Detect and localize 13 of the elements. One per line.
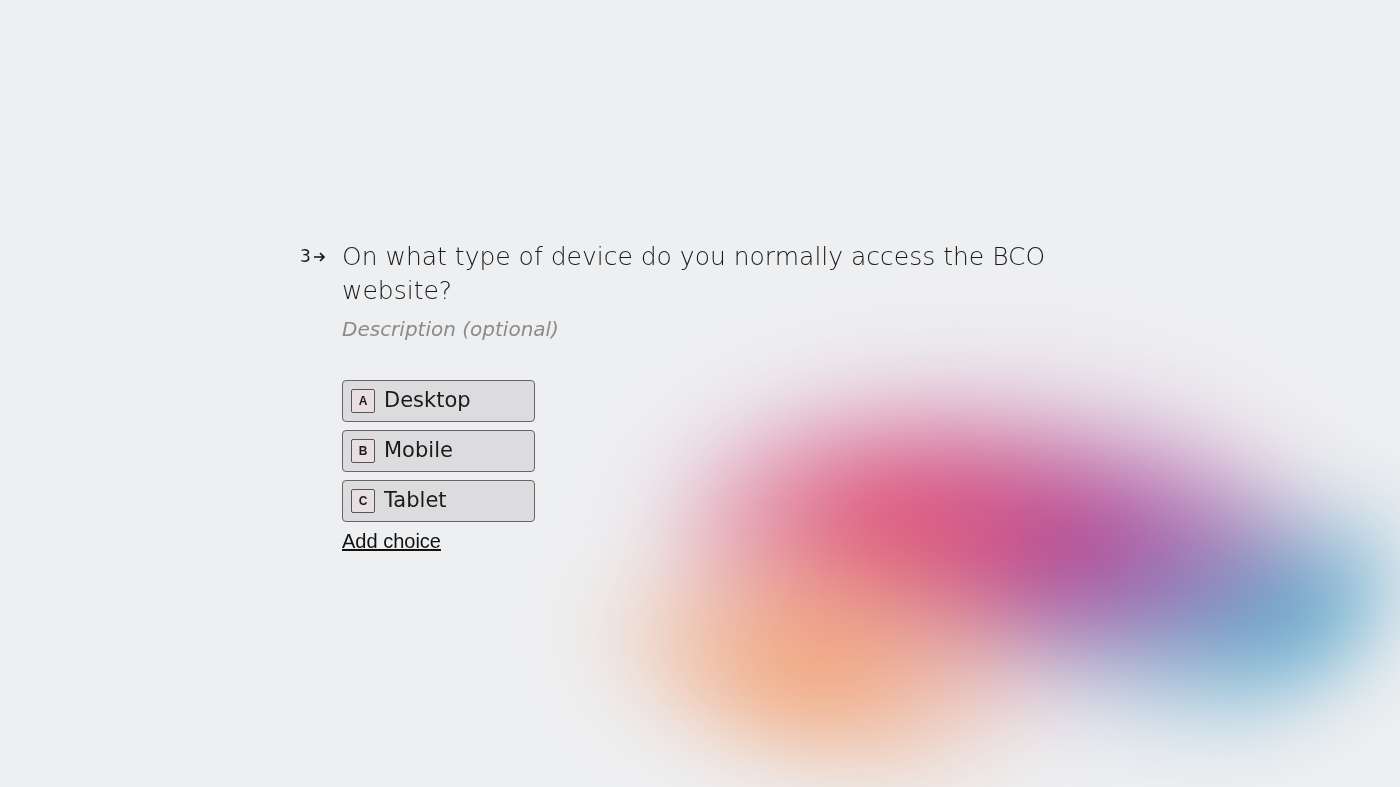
choice-button[interactable]: C Tablet — [342, 480, 535, 522]
choice-label: Tablet — [384, 487, 447, 515]
description-field[interactable]: Description (optional) — [342, 314, 742, 344]
choice-label: Desktop — [384, 387, 471, 415]
choice-key: B — [351, 439, 375, 463]
choice-label: Mobile — [384, 437, 453, 465]
choice-button[interactable]: A Desktop — [342, 380, 535, 422]
question-number: 3 — [300, 245, 311, 269]
add-choice-link[interactable]: Add choice — [342, 526, 441, 556]
question-text: On what type of device do you normally access the BCO website? — [342, 241, 1047, 307]
choice-button[interactable]: B Mobile — [342, 430, 535, 472]
choice-key: A — [351, 389, 375, 413]
choice-key: C — [351, 489, 375, 513]
